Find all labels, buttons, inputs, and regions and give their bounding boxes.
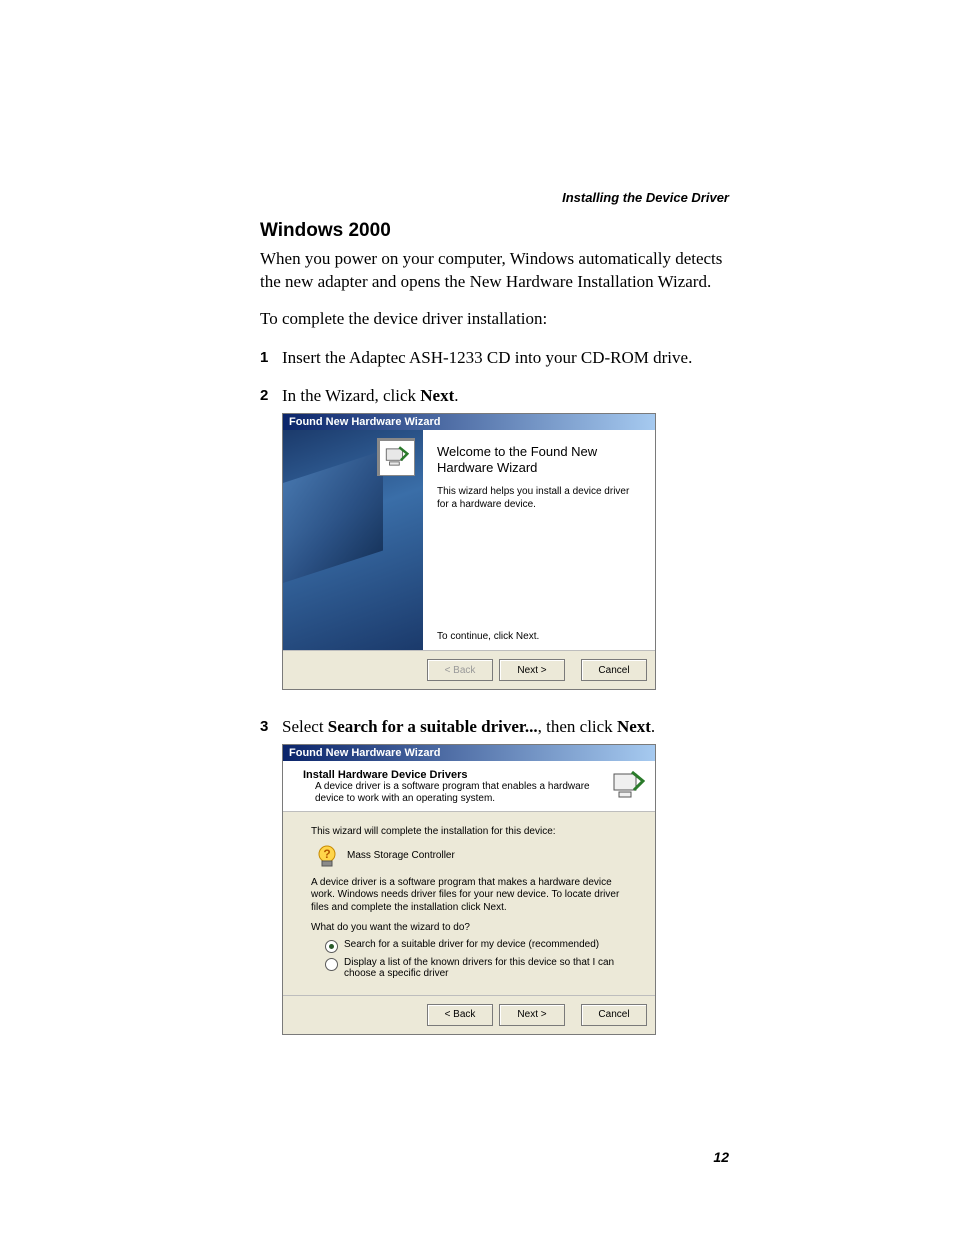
wizard-header-text: Install Hardware Device Drivers A device…	[303, 769, 605, 805]
back-button[interactable]: < Back	[427, 1004, 493, 1026]
back-button[interactable]: < Back	[427, 659, 493, 681]
step-1: 1 Insert the Adaptec ASH-1233 CD into yo…	[260, 347, 729, 369]
wizard-screenshot-1: Found New Hardware Wizard Welcome to the…	[282, 413, 656, 690]
wizard-sidebar-graphic	[283, 430, 423, 650]
wizard-header: Install Hardware Device Drivers A device…	[283, 761, 655, 812]
cancel-button[interactable]: Cancel	[581, 659, 647, 681]
radio-option-display-list[interactable]: Display a list of the known drivers for …	[325, 957, 627, 979]
intro-paragraph: When you power on your computer, Windows…	[260, 248, 729, 294]
wizard-heading: Welcome to the Found New Hardware Wizard	[437, 444, 641, 475]
wizard-title-bar: Found New Hardware Wizard	[283, 745, 655, 761]
radio-icon	[325, 958, 338, 971]
wizard-body: Welcome to the Found New Hardware Wizard…	[283, 430, 655, 650]
radio-label: Search for a suitable driver for my devi…	[344, 939, 599, 950]
device-name: Mass Storage Controller	[347, 850, 455, 861]
wizard-footer-text: To continue, click Next.	[437, 631, 641, 642]
wizard-body-line: This wizard will complete the installati…	[311, 826, 627, 839]
svg-text:?: ?	[323, 847, 330, 861]
page-number: 12	[713, 1149, 729, 1165]
wizard-screenshot-2: Found New Hardware Wizard Install Hardwa…	[282, 744, 656, 1035]
step-2: 2 In the Wizard, click Next.	[260, 385, 729, 407]
step-text-bold: Next	[420, 386, 454, 405]
device-row: ? Mass Storage Controller	[317, 845, 627, 867]
hardware-icon	[377, 438, 415, 476]
wizard-body: This wizard will complete the installati…	[283, 812, 655, 995]
wizard-header-subtitle: A device driver is a software program th…	[303, 781, 605, 805]
radio-option-search[interactable]: Search for a suitable driver for my devi…	[325, 939, 627, 953]
step-3: 3 Select Search for a suitable driver...…	[260, 716, 729, 738]
wizard-main: Welcome to the Found New Hardware Wizard…	[423, 430, 655, 650]
step-text-bold: Search for a suitable driver...	[328, 717, 538, 736]
step-text-fragment: .	[651, 717, 655, 736]
wizard-body-text: This wizard helps you install a device d…	[437, 485, 641, 511]
step-text-fragment: In the Wizard, click	[282, 386, 420, 405]
step-text: Select Search for a suitable driver..., …	[282, 716, 655, 738]
step-text-fragment: .	[454, 386, 458, 405]
step-number: 3	[260, 716, 282, 735]
step-text-bold: Next	[617, 717, 651, 736]
radio-icon	[325, 940, 338, 953]
next-button[interactable]: Next >	[499, 659, 565, 681]
wizard-body-line: A device driver is a software program th…	[311, 877, 627, 915]
wizard-header-title: Install Hardware Device Drivers	[303, 769, 605, 781]
step-number: 2	[260, 385, 282, 404]
hardware-icon	[611, 769, 645, 803]
step-number: 1	[260, 347, 282, 366]
wizard-title-bar: Found New Hardware Wizard	[283, 414, 655, 430]
cancel-button[interactable]: Cancel	[581, 1004, 647, 1026]
step-text-fragment: Select	[282, 717, 328, 736]
radio-label: Display a list of the known drivers for …	[344, 957, 627, 979]
wizard-button-bar: < Back Next > Cancel	[283, 650, 655, 689]
question-device-icon: ?	[317, 845, 339, 867]
step-text: In the Wizard, click Next.	[282, 385, 458, 407]
running-header: Installing the Device Driver	[562, 190, 729, 205]
document-page: Installing the Device Driver Windows 200…	[0, 0, 954, 1235]
wizard-question: What do you want the wizard to do?	[311, 922, 627, 935]
section-heading: Windows 2000	[260, 220, 729, 242]
step-text: Insert the Adaptec ASH-1233 CD into your…	[282, 347, 692, 369]
next-button[interactable]: Next >	[499, 1004, 565, 1026]
step-text-fragment: , then click	[538, 717, 617, 736]
wizard-button-bar: < Back Next > Cancel	[283, 995, 655, 1034]
intro-followup: To complete the device driver installati…	[260, 308, 729, 331]
